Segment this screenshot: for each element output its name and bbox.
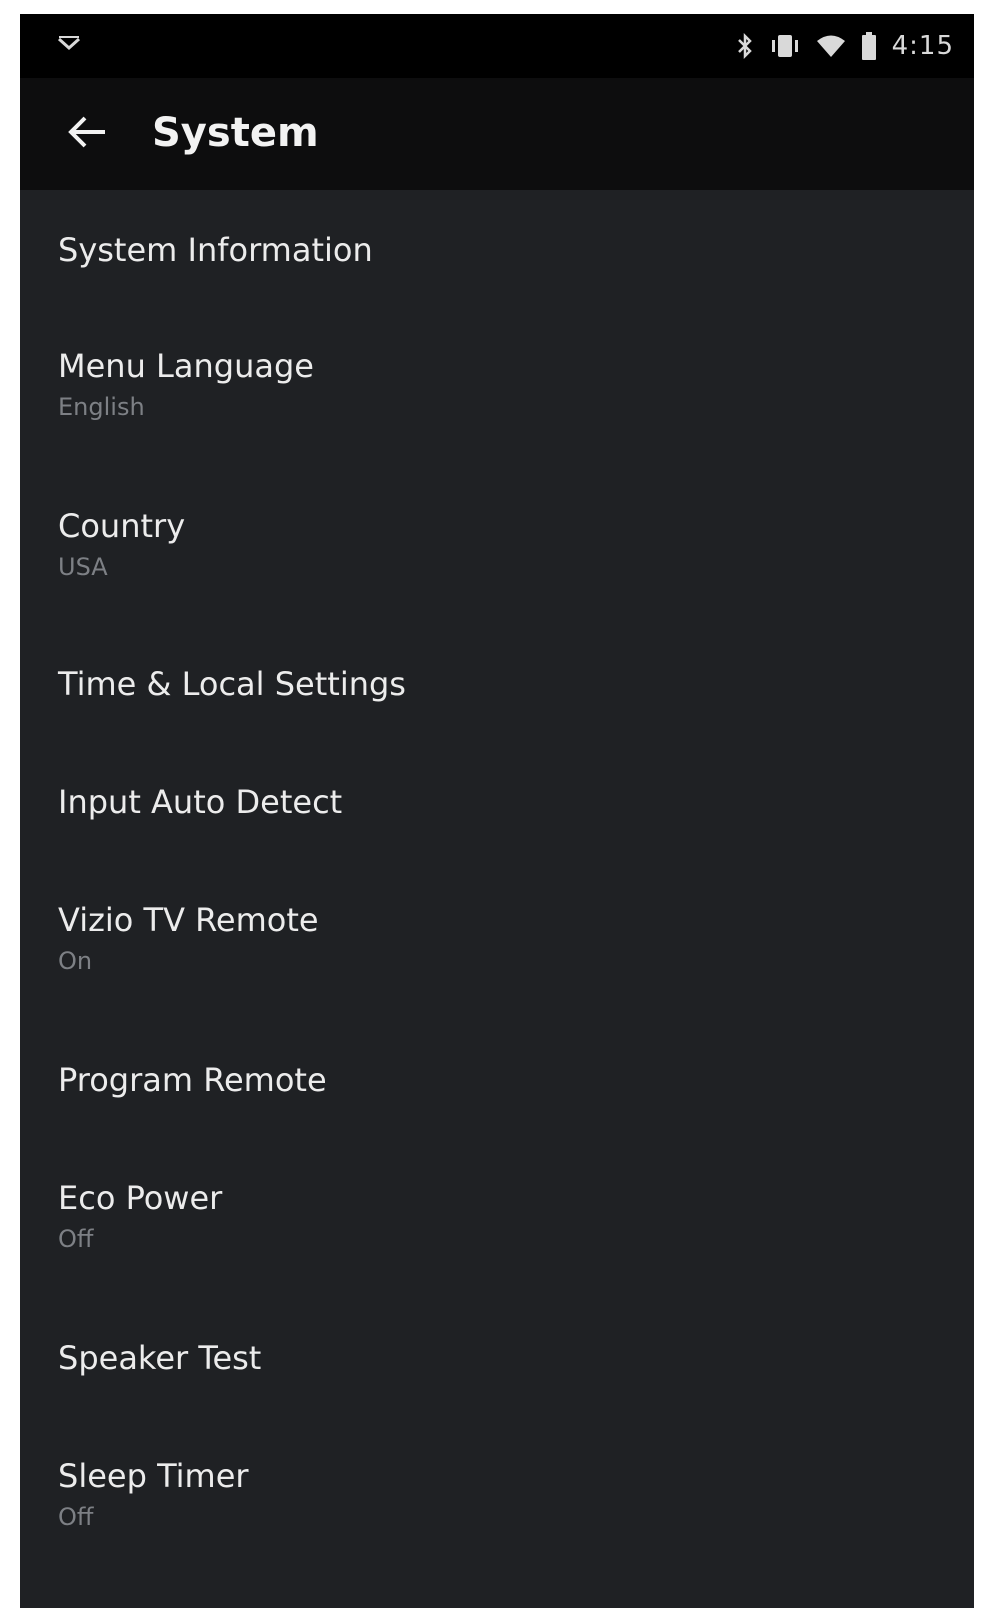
status-bar: 4:15: [20, 14, 974, 78]
menu-item-title: Input Auto Detect: [58, 783, 343, 821]
bluetooth-icon: [736, 32, 754, 60]
vibrate-icon: [768, 32, 802, 60]
menu-item-title: System Information: [58, 231, 373, 269]
wifi-icon: [816, 33, 846, 59]
menu-item-vizio-tv-remote[interactable]: Vizio TV Remote On: [20, 860, 974, 1018]
settings-list: System Information Menu Language English…: [20, 190, 974, 1608]
menu-item-country[interactable]: Country USA: [20, 466, 974, 624]
menu-item-system-information[interactable]: System Information: [20, 190, 974, 306]
menu-item-menu-language[interactable]: Menu Language English: [20, 306, 974, 466]
menu-item-sleep-timer[interactable]: Sleep Timer Off: [20, 1414, 974, 1574]
menu-item-eco-power[interactable]: Eco Power Off: [20, 1136, 974, 1296]
phone-screen: 4:15 System System Information Menu Lang…: [20, 14, 974, 1608]
arrow-left-icon: [67, 114, 109, 154]
status-icons: 4:15: [736, 28, 954, 64]
menu-item-value: Off: [58, 1225, 94, 1253]
menu-item-title: Eco Power: [58, 1179, 223, 1217]
status-time: 4:15: [891, 31, 954, 61]
menu-item-value: USA: [58, 553, 108, 581]
menu-item-title: Menu Language: [58, 347, 314, 385]
menu-item-title: Sleep Timer: [58, 1457, 249, 1495]
menu-item-speaker-test[interactable]: Speaker Test: [20, 1296, 974, 1414]
page-title: System: [152, 110, 319, 156]
menu-item-program-remote[interactable]: Program Remote: [20, 1018, 974, 1136]
notification-chevron-icon: [56, 34, 82, 54]
menu-item-value: Off: [58, 1503, 94, 1531]
menu-item-title: Program Remote: [58, 1061, 327, 1099]
menu-item-input-auto-detect[interactable]: Input Auto Detect: [20, 742, 974, 860]
battery-icon: [860, 31, 878, 61]
menu-item-time-local-settings[interactable]: Time & Local Settings: [20, 624, 974, 742]
menu-item-title: Vizio TV Remote: [58, 901, 319, 939]
menu-item-value: On: [58, 947, 93, 975]
app-bar: System: [20, 78, 974, 190]
menu-item-value: English: [58, 393, 145, 421]
menu-item-title: Speaker Test: [58, 1339, 262, 1377]
back-button[interactable]: [60, 106, 116, 162]
menu-item-title: Time & Local Settings: [58, 665, 406, 703]
menu-item-title: Country: [58, 507, 186, 545]
